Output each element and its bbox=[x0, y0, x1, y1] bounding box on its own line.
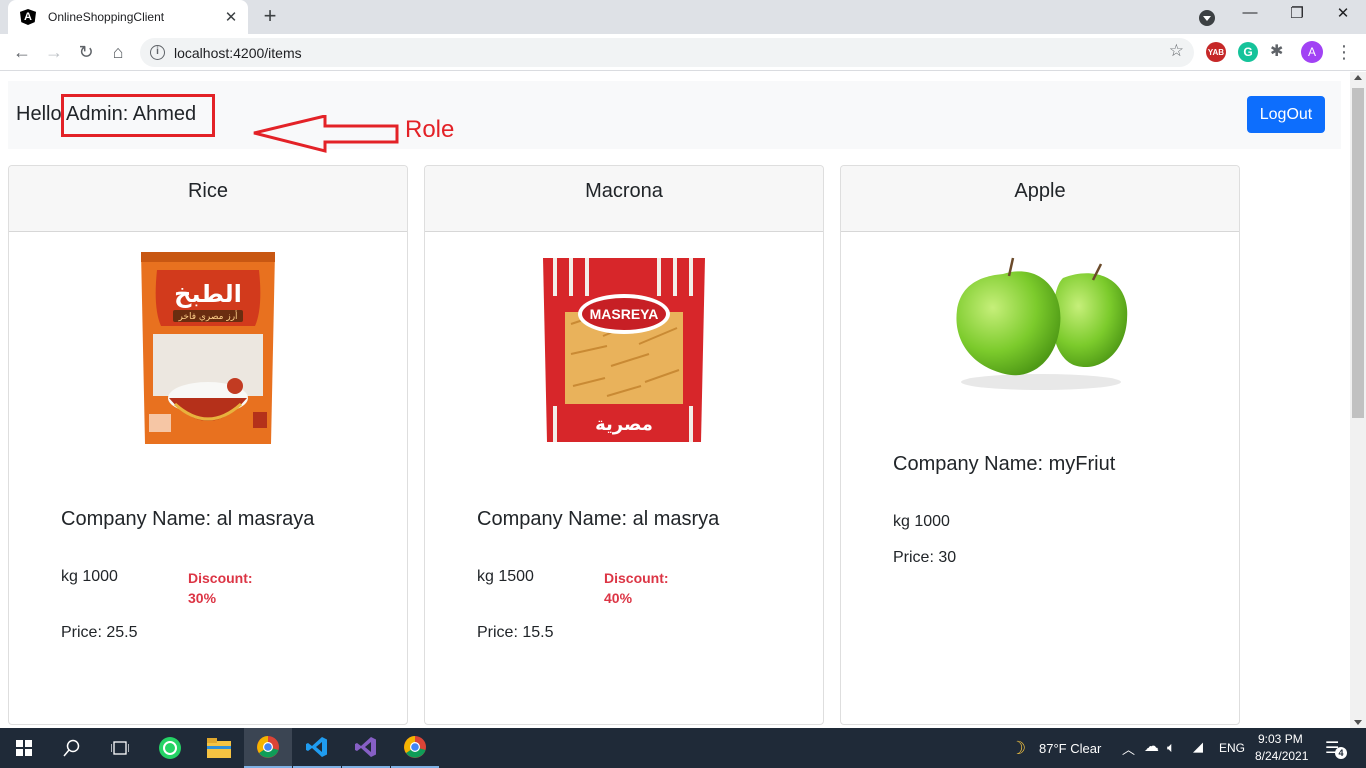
scroll-down-arrow-icon[interactable] bbox=[1354, 720, 1362, 725]
task-view-icon[interactable] bbox=[96, 728, 144, 768]
bookmark-star-icon[interactable]: ☆ bbox=[1169, 41, 1184, 61]
site-info-icon[interactable]: i bbox=[150, 45, 165, 60]
tab-close-icon[interactable]: ✕ bbox=[222, 8, 240, 26]
role-annotation-label: Role bbox=[405, 116, 455, 143]
angular-favicon-icon: A bbox=[20, 9, 36, 25]
weather-text[interactable]: 87°F Clear bbox=[1039, 741, 1101, 756]
url-text[interactable]: localhost:4200/items bbox=[174, 45, 302, 61]
tab-strip: A OnlineShoppingClient ✕ + — ❐ ✕ bbox=[0, 0, 1366, 34]
company-name: Company Name: al masraya bbox=[61, 508, 315, 530]
company-name: Company Name: myFriut bbox=[893, 453, 1116, 475]
search-icon[interactable] bbox=[48, 728, 96, 768]
file-explorer-icon[interactable] bbox=[195, 728, 243, 768]
windows-taskbar: ☽ 87°F Clear ︿ ☁ 🔈︎ ◢ ENG 9:03 PM 8/24/2… bbox=[0, 728, 1366, 768]
scroll-thumb[interactable] bbox=[1352, 88, 1364, 418]
product-weight: kg 1000 bbox=[893, 513, 950, 530]
extensions-puzzle-icon[interactable]: ✱ bbox=[1270, 41, 1283, 61]
product-weight: kg 1500 bbox=[477, 568, 534, 585]
product-name: Rice bbox=[9, 166, 407, 232]
yab-extension-icon[interactable]: YAB bbox=[1206, 42, 1226, 62]
page-scrollbar[interactable] bbox=[1350, 72, 1366, 728]
back-icon[interactable]: ← bbox=[10, 41, 34, 63]
clock-time[interactable]: 9:03 PM bbox=[1258, 732, 1303, 746]
product-name: Apple bbox=[841, 166, 1239, 232]
rice-subtitle-text: أرز مصري فاخر bbox=[177, 310, 237, 322]
product-price: Price: 30 bbox=[893, 549, 957, 566]
product-name: Macrona bbox=[425, 166, 823, 232]
whatsapp-icon[interactable] bbox=[146, 728, 194, 768]
product-weight: kg 1000 bbox=[61, 568, 118, 585]
discount-value: 30% bbox=[188, 590, 217, 606]
apple-product-image bbox=[956, 257, 1128, 390]
profile-avatar[interactable]: A bbox=[1301, 41, 1323, 63]
product-price: Price: 15.5 bbox=[477, 624, 554, 641]
pasta-brand-text: MASREYA bbox=[590, 306, 659, 322]
top-navbar: Hello Admin: Ahmed Role LogOut bbox=[8, 81, 1341, 153]
windows-start-icon[interactable] bbox=[0, 728, 48, 768]
discount-value: 40% bbox=[604, 590, 633, 606]
macrona-product-image: MASREYA مصرية bbox=[543, 258, 705, 442]
network-icon[interactable]: ◢ bbox=[1193, 739, 1203, 755]
page-viewport: Hello Admin: Ahmed Role LogOut Rice الطب… bbox=[0, 72, 1350, 728]
product-card: Apple Company Name: myFriut kg 1000 Pric… bbox=[840, 165, 1240, 725]
clock-date[interactable]: 8/24/2021 bbox=[1255, 749, 1308, 763]
notification-count-badge: 4 bbox=[1335, 747, 1347, 759]
new-tab-icon[interactable]: + bbox=[258, 5, 282, 27]
weather-moon-icon[interactable]: ☽ bbox=[1010, 738, 1026, 759]
address-bar[interactable]: i localhost:4200/items ☆ bbox=[140, 38, 1194, 67]
company-name: Company Name: al masrya bbox=[477, 508, 720, 530]
onedrive-cloud-icon[interactable]: ☁ bbox=[1144, 737, 1159, 755]
role-highlight-box bbox=[61, 94, 215, 137]
language-indicator[interactable]: ENG bbox=[1219, 741, 1245, 755]
discount-label: Discount: bbox=[188, 570, 253, 586]
rice-brand-text: الطبخ bbox=[174, 280, 242, 308]
discount-badge: Discount: 40% bbox=[604, 568, 694, 608]
rice-product-image: الطبخ أرز مصري فاخر bbox=[141, 252, 275, 444]
product-price: Price: 25.5 bbox=[61, 624, 138, 641]
tab-search-icon[interactable] bbox=[1199, 10, 1215, 26]
product-card: Rice الطبخ أرز مصري فاخر Company Name: a… bbox=[8, 165, 408, 725]
discount-badge: Discount: 30% bbox=[188, 568, 278, 608]
browser-tab[interactable]: A OnlineShoppingClient ✕ bbox=[8, 0, 248, 34]
volume-icon[interactable]: 🔈︎ bbox=[1167, 739, 1175, 756]
pasta-subtitle-text: مصرية bbox=[595, 414, 653, 435]
chrome-taskbar-icon-2[interactable] bbox=[391, 728, 439, 768]
discount-label: Discount: bbox=[604, 570, 669, 586]
browser-toolbar: ← → ↻ ⌂ i localhost:4200/items ☆ YAB G ✱… bbox=[0, 34, 1366, 71]
product-card: Macrona MASREYA مصرية Company Name: al m… bbox=[424, 165, 824, 725]
reload-icon[interactable]: ↻ bbox=[74, 41, 98, 63]
logout-button[interactable]: LogOut bbox=[1247, 96, 1325, 133]
tab-title: OnlineShoppingClient bbox=[48, 10, 165, 24]
grammarly-icon[interactable]: G bbox=[1238, 42, 1258, 62]
role-arrow-icon bbox=[253, 115, 399, 153]
scroll-up-arrow-icon[interactable] bbox=[1354, 75, 1362, 80]
chrome-taskbar-icon[interactable] bbox=[244, 728, 292, 768]
forward-icon[interactable]: → bbox=[42, 41, 66, 63]
show-hidden-icons-icon[interactable]: ︿ bbox=[1122, 739, 1135, 758]
browser-menu-icon[interactable]: ⋮ bbox=[1335, 41, 1353, 63]
home-icon[interactable]: ⌂ bbox=[106, 41, 130, 63]
vscode-icon[interactable] bbox=[293, 728, 341, 768]
visual-studio-icon[interactable] bbox=[342, 728, 390, 768]
minimize-icon[interactable]: — bbox=[1235, 4, 1265, 28]
window-close-icon[interactable]: ✕ bbox=[1328, 4, 1358, 28]
restore-icon[interactable]: ❐ bbox=[1282, 4, 1312, 28]
